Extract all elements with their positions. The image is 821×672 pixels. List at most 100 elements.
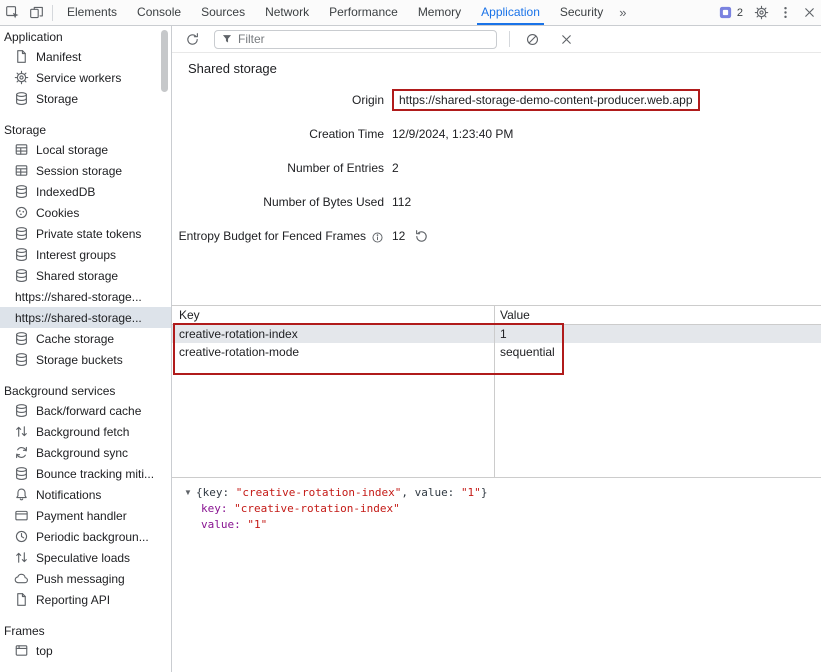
tab-application[interactable]: Application xyxy=(471,0,550,25)
field-creation-time: Creation Time 12/9/2024, 1:23:40 PM xyxy=(172,117,821,151)
delete-selected-icon[interactable] xyxy=(554,27,578,52)
sidebar-item-push-messaging[interactable]: Push messaging xyxy=(0,568,171,589)
issues-badge[interactable]: 2 xyxy=(711,0,749,25)
sync-icon xyxy=(14,445,29,460)
column-divider xyxy=(494,306,495,477)
sidebar-item-background-fetch[interactable]: Background fetch xyxy=(0,421,171,442)
sidebar-scrollbar-thumb[interactable] xyxy=(161,30,168,92)
kebab-menu-icon[interactable] xyxy=(773,0,797,25)
sidebar-item-top-frame[interactable]: top xyxy=(0,640,171,661)
document-icon xyxy=(14,49,29,64)
preview-summary-line: ▼{key: "creative-rotation-index", value:… xyxy=(184,485,821,501)
cookie-icon xyxy=(14,205,29,220)
sidebar-item-periodic-background-sync[interactable]: Periodic backgroun... xyxy=(0,526,171,547)
field-number-of-bytes: Number of Bytes Used 112 xyxy=(172,185,821,219)
sidebar-item-shared-storage-origin-1[interactable]: https://shared-storage... xyxy=(0,286,171,307)
sidebar-item-service-workers[interactable]: Service workers xyxy=(0,67,171,88)
reset-budget-icon[interactable] xyxy=(413,228,429,244)
sidebar-section-frames: Frames xyxy=(0,622,171,640)
filter-input[interactable] xyxy=(238,32,490,46)
database-icon xyxy=(14,184,29,199)
sidebar-item-payment-handler[interactable]: Payment handler xyxy=(0,505,171,526)
field-origin: Origin https://shared-storage-demo-conte… xyxy=(172,83,821,117)
settings-gear-icon[interactable] xyxy=(749,0,773,25)
sidebar-item-back-forward-cache[interactable]: Back/forward cache xyxy=(0,400,171,421)
entry-preview-pane: ▼{key: "creative-rotation-index", value:… xyxy=(172,477,821,533)
tab-memory[interactable]: Memory xyxy=(408,0,471,25)
database-icon xyxy=(14,352,29,367)
table-body: creative-rotation-index 1 creative-rotat… xyxy=(172,325,821,477)
shared-storage-content: Shared storage Origin https://shared-sto… xyxy=(172,53,821,672)
field-value: 112 xyxy=(392,195,411,209)
shared-storage-panel: Shared storage Origin https://shared-sto… xyxy=(172,26,821,672)
refresh-icon[interactable] xyxy=(180,27,204,52)
page-title: Shared storage xyxy=(188,61,821,77)
origin-value-annotated: https://shared-storage-demo-content-prod… xyxy=(392,89,700,111)
sidebar-item-storage-buckets[interactable]: Storage buckets xyxy=(0,349,171,370)
inspect-element-icon[interactable] xyxy=(0,0,24,25)
grid-icon xyxy=(14,163,29,178)
database-icon xyxy=(14,331,29,346)
funnel-filter-icon xyxy=(221,33,233,45)
sidebar-item-storage[interactable]: Storage xyxy=(0,88,171,109)
sidebar-item-speculative-loads[interactable]: Speculative loads xyxy=(0,547,171,568)
database-icon xyxy=(14,91,29,106)
sidebar-item-cache-storage[interactable]: Cache storage xyxy=(0,328,171,349)
column-header-key: Key xyxy=(172,308,494,322)
table-header: Key Value xyxy=(172,306,821,325)
sidebar-item-session-storage[interactable]: Session storage xyxy=(0,160,171,181)
sidebar-item-notifications[interactable]: Notifications xyxy=(0,484,171,505)
tab-sources[interactable]: Sources xyxy=(191,0,255,25)
expand-triangle-icon[interactable]: ▼ xyxy=(184,485,196,501)
sidebar-item-local-storage[interactable]: Local storage xyxy=(0,139,171,160)
tab-elements[interactable]: Elements xyxy=(57,0,127,25)
shared-storage-toolbar xyxy=(172,26,821,53)
table-row[interactable]: creative-rotation-mode sequential xyxy=(172,343,821,361)
sidebar-section-background-services: Background services xyxy=(0,382,171,400)
tabbar-divider xyxy=(52,5,53,21)
issues-count: 2 xyxy=(737,7,743,19)
gear-icon xyxy=(14,70,29,85)
field-value: 2 xyxy=(392,161,399,175)
filter-box[interactable] xyxy=(214,30,497,49)
application-sidebar: Application Manifest Service workers Sto… xyxy=(0,26,172,672)
grid-icon xyxy=(14,142,29,157)
sidebar-item-indexeddb[interactable]: IndexedDB xyxy=(0,181,171,202)
close-devtools-icon[interactable] xyxy=(797,0,821,25)
bell-icon xyxy=(14,487,29,502)
tab-performance[interactable]: Performance xyxy=(319,0,408,25)
device-toolbar-icon[interactable] xyxy=(24,0,48,25)
column-header-value: Value xyxy=(494,308,530,322)
database-icon xyxy=(14,226,29,241)
clear-all-icon[interactable] xyxy=(520,27,544,52)
field-number-of-entries: Number of Entries 2 xyxy=(172,151,821,185)
metadata-fields: Origin https://shared-storage-demo-conte… xyxy=(172,83,821,253)
more-tabs-button[interactable]: » xyxy=(613,0,632,25)
sidebar-item-interest-groups[interactable]: Interest groups xyxy=(0,244,171,265)
sidebar-item-shared-storage[interactable]: Shared storage xyxy=(0,265,171,286)
sidebar-item-shared-storage-origin-2[interactable]: https://shared-storage... xyxy=(0,307,171,328)
sidebar-item-bounce-tracking[interactable]: Bounce tracking miti... xyxy=(0,463,171,484)
sidebar-item-background-sync[interactable]: Background sync xyxy=(0,442,171,463)
field-value: 12 xyxy=(392,229,405,243)
cloud-icon xyxy=(14,571,29,586)
sidebar-item-private-state-tokens[interactable]: Private state tokens xyxy=(0,223,171,244)
sidebar-item-manifest[interactable]: Manifest xyxy=(0,46,171,67)
issues-icon xyxy=(717,0,734,25)
entries-table: Key Value creative-rotation-index 1 crea… xyxy=(172,305,821,477)
tab-network[interactable]: Network xyxy=(255,0,319,25)
sidebar-section-application: Application xyxy=(0,28,171,46)
database-icon xyxy=(14,403,29,418)
tab-console[interactable]: Console xyxy=(127,0,191,25)
panel-tabs: Elements Console Sources Network Perform… xyxy=(57,0,632,25)
card-icon xyxy=(14,508,29,523)
table-row[interactable]: creative-rotation-index 1 xyxy=(172,325,821,343)
sidebar-section-storage: Storage xyxy=(0,121,171,139)
tab-security[interactable]: Security xyxy=(550,0,613,25)
clock-icon xyxy=(14,529,29,544)
sidebar-item-cookies[interactable]: Cookies xyxy=(0,202,171,223)
sidebar-scrollbar[interactable] xyxy=(160,28,169,670)
info-icon[interactable] xyxy=(371,230,384,243)
frame-icon xyxy=(14,643,29,658)
sidebar-item-reporting-api[interactable]: Reporting API xyxy=(0,589,171,610)
